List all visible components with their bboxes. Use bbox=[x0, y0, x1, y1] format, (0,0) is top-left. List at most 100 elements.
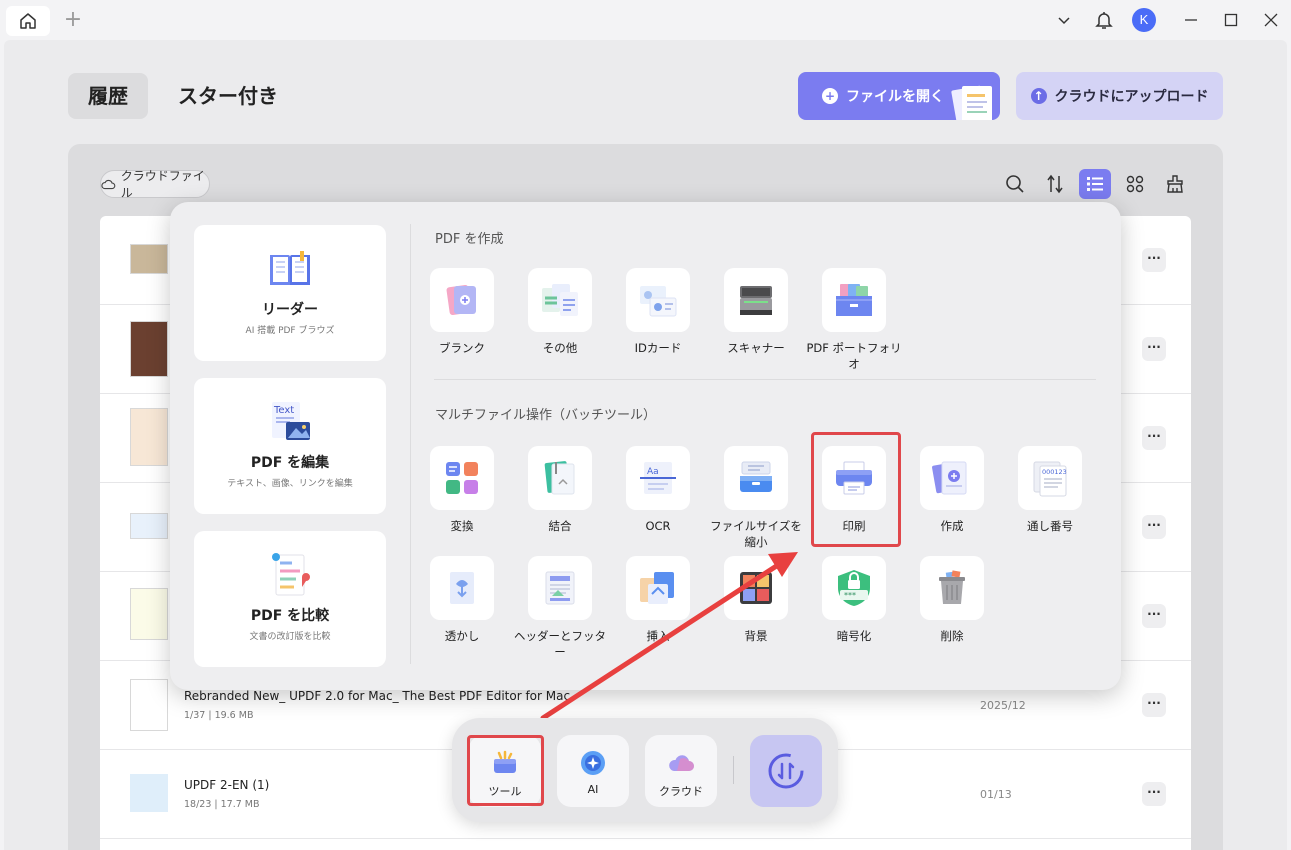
ai-orb-icon bbox=[581, 751, 605, 775]
file-name: Rebranded New_ UPDF 2.0 for Mac_ The Bes… bbox=[184, 689, 571, 703]
close-icon[interactable] bbox=[1260, 9, 1282, 31]
compress-tool-button[interactable] bbox=[724, 446, 788, 510]
file-date: 2025/12 bbox=[980, 699, 1026, 712]
id-card-icon bbox=[640, 286, 677, 317]
more-button[interactable]: ··· bbox=[1142, 782, 1166, 806]
edit-text-image-icon: Text bbox=[272, 402, 310, 440]
file-thumbnail bbox=[130, 244, 168, 274]
file-date: 01/13 bbox=[980, 788, 1012, 801]
cloud-files-chip[interactable]: クラウドファイル bbox=[100, 169, 210, 200]
insert-pages-icon bbox=[640, 572, 674, 604]
convert-tool-button[interactable] bbox=[430, 446, 494, 510]
plus-circle-icon: + bbox=[822, 88, 838, 104]
create-batch-icon bbox=[932, 461, 967, 495]
combine-tool-button[interactable] bbox=[528, 446, 592, 510]
horizontal-divider bbox=[434, 379, 1096, 380]
bottom-dock: ツール AI クラウド bbox=[452, 718, 838, 822]
background-tool-button[interactable] bbox=[724, 556, 788, 620]
watermark-tool-label: 透かし bbox=[444, 629, 480, 643]
cloud-files-label: クラウドファイル bbox=[120, 169, 205, 200]
search-icon[interactable] bbox=[999, 169, 1031, 199]
other-tool-button[interactable] bbox=[528, 268, 592, 332]
upload-arrow-icon: ↑ bbox=[1030, 88, 1047, 104]
edit-mode-card[interactable]: Text PDF を編集 テキスト、画像、リンクを編集 bbox=[194, 378, 386, 514]
bates-numbering-tool-button[interactable]: 000123 bbox=[1018, 446, 1082, 510]
more-button[interactable]: ··· bbox=[1142, 248, 1166, 272]
file-name: UPDF 2-EN (1) bbox=[184, 778, 270, 792]
convert-icon bbox=[446, 462, 478, 494]
insert-tool-button[interactable] bbox=[626, 556, 690, 620]
edit-icon-text: Text bbox=[273, 405, 294, 416]
new-tab-button[interactable]: + bbox=[62, 8, 84, 32]
grid-view-icon[interactable] bbox=[1119, 169, 1151, 199]
more-button[interactable]: ··· bbox=[1142, 426, 1166, 450]
tab-history[interactable]: 履歴 bbox=[68, 73, 148, 119]
tools-highlight-box bbox=[467, 735, 544, 806]
cloud-dock-label: クラウド bbox=[659, 785, 703, 798]
watermark-icon bbox=[450, 572, 474, 604]
sync-icon bbox=[768, 753, 804, 789]
ai-dock-button[interactable]: AI bbox=[557, 735, 629, 807]
more-button[interactable]: ··· bbox=[1142, 604, 1166, 628]
file-thumbnail bbox=[130, 588, 168, 640]
file-meta: 18/23 | 17.7 MB bbox=[184, 799, 260, 810]
id-card-tool-button[interactable] bbox=[626, 268, 690, 332]
tab-starred[interactable]: スター付き bbox=[178, 73, 278, 119]
upload-cloud-button[interactable]: ↑ クラウドにアップロード bbox=[1016, 72, 1223, 120]
edit-title: PDF を編集 bbox=[250, 455, 330, 471]
ai-dock-label: AI bbox=[587, 783, 599, 796]
header-footer-icon bbox=[545, 571, 575, 605]
scanner-icon bbox=[740, 286, 772, 315]
delete-tool-button[interactable] bbox=[920, 556, 984, 620]
title-bar: + K bbox=[0, 0, 1291, 40]
background-palette-icon bbox=[740, 572, 772, 604]
chevron-down-icon[interactable] bbox=[1053, 9, 1075, 31]
compare-title: PDF を比較 bbox=[250, 608, 330, 624]
maximize-icon[interactable] bbox=[1220, 9, 1242, 31]
sync-dock-button[interactable] bbox=[750, 735, 822, 807]
sort-icon[interactable] bbox=[1039, 169, 1071, 199]
reader-mode-card[interactable]: リーダー AI 搭載 PDF ブラウズ bbox=[194, 225, 386, 361]
ocr-tool-button[interactable]: Aa bbox=[626, 446, 690, 510]
documents-illustration-icon bbox=[951, 85, 992, 120]
file-thumbnail bbox=[130, 679, 168, 731]
minimize-icon[interactable] bbox=[1180, 9, 1202, 31]
compare-mode-card[interactable]: PDF を比較 文書の改訂版を比較 bbox=[194, 531, 386, 667]
bates-numbering-tool-label: 通し番号 bbox=[1027, 519, 1073, 533]
create-batch-tool-button[interactable] bbox=[920, 446, 984, 510]
id-card-tool-label: IDカード bbox=[634, 341, 682, 355]
cloud-dock-button[interactable]: クラウド bbox=[645, 735, 717, 807]
avatar[interactable]: K bbox=[1132, 8, 1156, 32]
watermark-tool-button[interactable] bbox=[430, 556, 494, 620]
dock-separator bbox=[733, 756, 734, 784]
bell-icon[interactable] bbox=[1093, 9, 1115, 31]
clean-up-icon[interactable] bbox=[1159, 169, 1191, 199]
portfolio-icon bbox=[836, 284, 872, 316]
encrypt-tool-button[interactable]: *** bbox=[822, 556, 886, 620]
reader-title: リーダー bbox=[262, 302, 318, 318]
scanner-tool-button[interactable] bbox=[724, 268, 788, 332]
portfolio-tool-button[interactable] bbox=[822, 268, 886, 332]
more-button[interactable]: ··· bbox=[1142, 337, 1166, 361]
file-thumbnail bbox=[130, 408, 168, 466]
reader-subtitle: AI 搭載 PDF ブラウズ bbox=[245, 326, 335, 336]
background-tool-label: 背景 bbox=[744, 629, 768, 643]
edit-subtitle: テキスト、画像、リンクを編集 bbox=[227, 479, 353, 489]
more-button[interactable]: ··· bbox=[1142, 693, 1166, 717]
delete-tool-label: 削除 bbox=[940, 629, 964, 643]
convert-tool-label: 変換 bbox=[450, 519, 474, 533]
trash-icon bbox=[939, 570, 965, 604]
more-button[interactable]: ··· bbox=[1142, 515, 1166, 539]
blank-tool-button[interactable] bbox=[430, 268, 494, 332]
file-thumbnail bbox=[130, 321, 168, 377]
create-section-title: PDF を作成 bbox=[435, 232, 504, 247]
home-tab[interactable] bbox=[6, 6, 50, 36]
list-view-icon[interactable] bbox=[1079, 169, 1111, 199]
header-footer-tool-button[interactable] bbox=[528, 556, 592, 620]
open-file-button[interactable]: + ファイルを開く bbox=[798, 72, 1000, 120]
file-thumbnail bbox=[130, 513, 168, 539]
other-tool-label: その他 bbox=[542, 341, 578, 355]
scanner-tool-label: スキャナー bbox=[727, 341, 785, 355]
header-footer-tool-label: ヘッダーとフッター bbox=[514, 629, 606, 659]
combine-tool-label: 結合 bbox=[548, 519, 572, 533]
